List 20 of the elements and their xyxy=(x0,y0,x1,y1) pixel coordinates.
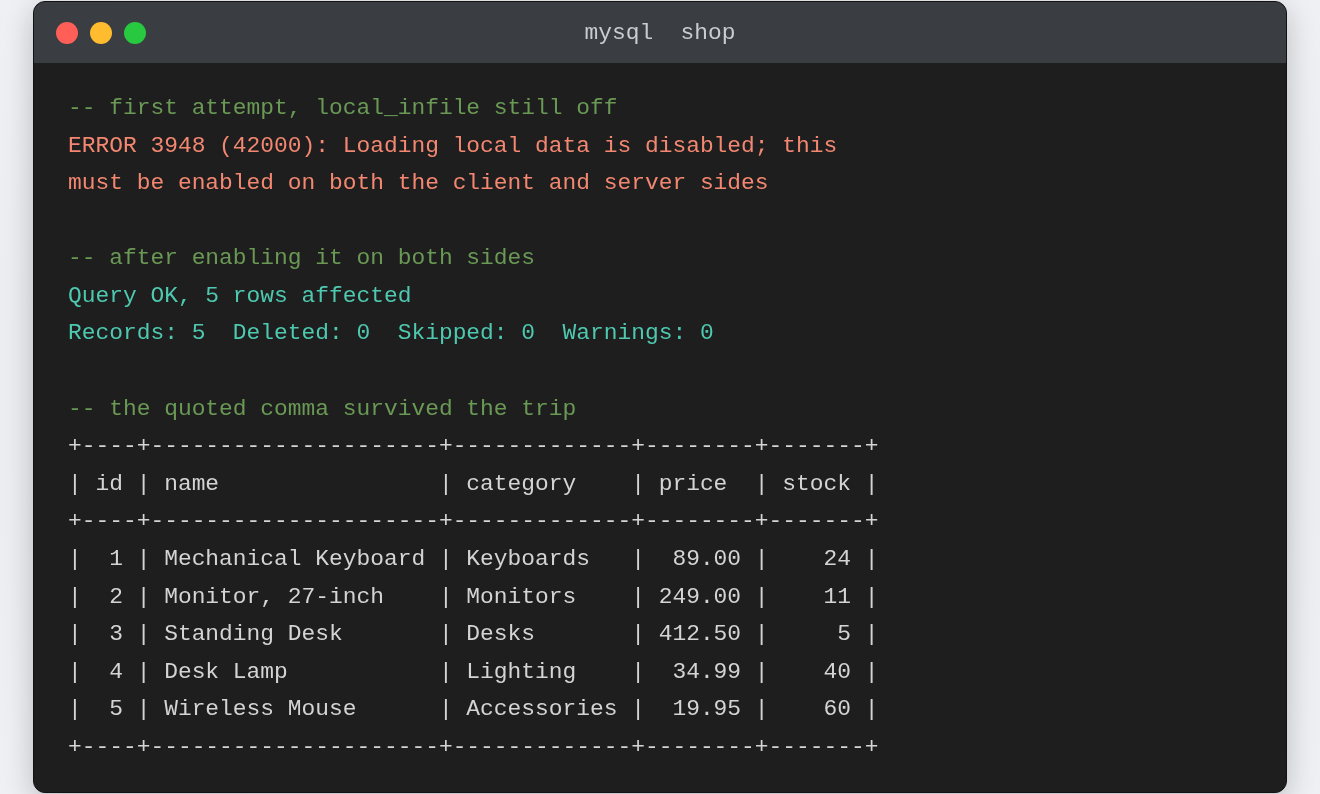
table-border-line: +----+---------------------+-------------+--------+-------+ xyxy=(68,507,879,537)
comment-line: -- after enabling it on both sides xyxy=(68,244,536,274)
error-message: ERROR 3948 (42000): Loading local data is disabled; this xyxy=(68,131,838,161)
comment-line: -- the quoted comma survived the trip xyxy=(68,394,577,424)
window-title: mysql shop xyxy=(584,19,736,46)
status-message: Records: 5 Deleted: 0 Skipped: 0 Warnings: 0 xyxy=(68,319,714,349)
table-row-line: | 4 | Desk Lamp | Lighting | 34.99 | 40 | xyxy=(68,657,879,687)
table-header-line: | id | name | category | price | stock | xyxy=(68,469,879,499)
comment-line: -- first attempt, local_infile still off xyxy=(68,94,618,123)
table-border-line: +----+---------------------+-------------+--------+-------+ xyxy=(68,432,879,462)
table-row-line: | 1 | Mechanical Keyboard | Keyboards | 89.00 | 24 | xyxy=(68,544,879,574)
table-row-line: | 5 | Wireless Mouse | Accessories | 19.95 | 60 | xyxy=(68,695,879,725)
status-message: Query OK, 5 rows affected xyxy=(68,281,412,311)
error-message: must be enabled on both the client and server sides xyxy=(68,169,769,199)
minimize-button[interactable] xyxy=(90,21,112,44)
zoom-button[interactable] xyxy=(124,21,146,44)
table-row-line: | 2 | Monitor, 27-inch | Monitors | 249.00 | 11 | xyxy=(68,582,879,612)
close-button[interactable] xyxy=(56,21,78,44)
table-row-line: | 3 | Standing Desk | Desks | 412.50 | 5 | xyxy=(68,620,879,650)
table-border-line: +----+---------------------+-------------+--------+-------+ xyxy=(68,732,879,762)
